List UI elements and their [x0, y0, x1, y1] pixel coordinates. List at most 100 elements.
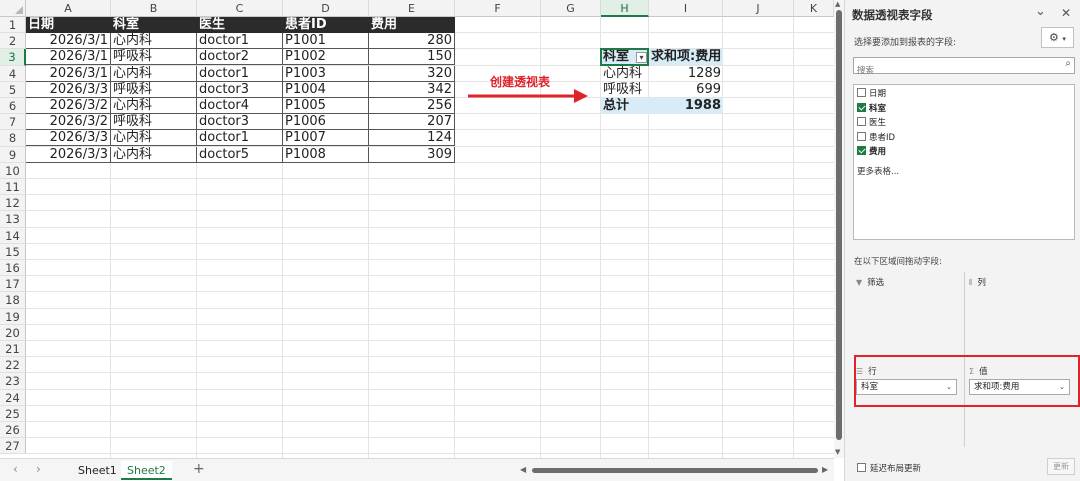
row-header-26[interactable]: 26	[0, 422, 26, 439]
field-item[interactable]: 医生	[857, 117, 886, 130]
table-header-cell[interactable]: 医生	[197, 17, 283, 33]
table-cell[interactable]: doctor3	[197, 81, 283, 98]
column-header-h[interactable]: H	[601, 0, 649, 17]
row-header-19[interactable]: 19	[0, 308, 26, 325]
next-sheet-icon[interactable]: ›	[36, 462, 41, 476]
table-cell[interactable]: doctor3	[197, 114, 283, 131]
column-header-c[interactable]: C	[197, 0, 283, 17]
table-cell[interactable]: 2026/3/1	[26, 33, 111, 50]
table-cell[interactable]: 280	[369, 33, 455, 50]
vertical-scroll-thumb[interactable]	[836, 10, 842, 440]
table-cell[interactable]: 心内科	[111, 65, 197, 82]
scroll-up-icon[interactable]: ▲	[835, 0, 840, 8]
table-cell[interactable]: doctor4	[197, 98, 283, 114]
table-header-cell[interactable]: 科室	[111, 17, 197, 33]
table-cell[interactable]: 342	[369, 81, 455, 98]
row-header-24[interactable]: 24	[0, 389, 26, 406]
column-header-d[interactable]: D	[283, 0, 369, 17]
search-icon[interactable]: ⌕	[1065, 58, 1071, 69]
table-cell[interactable]: 呼吸科	[111, 114, 197, 131]
table-cell[interactable]: P1006	[283, 114, 369, 131]
table-cell[interactable]: doctor5	[197, 146, 283, 163]
table-header-cell[interactable]: 费用	[369, 17, 455, 33]
row-header-16[interactable]: 16	[0, 260, 26, 277]
field-checkbox[interactable]	[857, 88, 866, 97]
row-header-21[interactable]: 21	[0, 341, 26, 358]
table-cell[interactable]: 309	[369, 146, 455, 163]
pivot-total-value[interactable]: 1988	[649, 98, 723, 114]
pivot-row-label[interactable]: 呼吸科	[601, 82, 649, 98]
row-header-10[interactable]: 10	[0, 162, 26, 179]
row-header-7[interactable]: 7	[0, 114, 26, 131]
more-tables-link[interactable]: 更多表格...	[857, 165, 899, 177]
table-header-cell[interactable]: 患者ID	[283, 17, 369, 33]
defer-update-checkbox[interactable]	[857, 463, 866, 472]
row-header-20[interactable]: 20	[0, 324, 26, 341]
table-header-cell[interactable]: 日期	[26, 17, 111, 33]
field-item[interactable]: 日期	[857, 88, 886, 101]
table-cell[interactable]: 2026/3/2	[26, 98, 111, 114]
table-cell[interactable]: doctor2	[197, 49, 283, 66]
table-cell[interactable]: doctor1	[197, 130, 283, 147]
scroll-right-icon[interactable]: ▶	[822, 465, 828, 474]
row-header-5[interactable]: 5	[0, 81, 26, 98]
row-header-8[interactable]: 8	[0, 130, 26, 147]
chevron-down-icon[interactable]: ⌄	[1035, 4, 1046, 19]
row-header-1[interactable]: 1	[0, 17, 26, 34]
tab-sheet2[interactable]: Sheet2	[121, 461, 172, 480]
table-cell[interactable]: 256	[369, 98, 455, 114]
row-header-14[interactable]: 14	[0, 227, 26, 244]
table-cell[interactable]: 2026/3/3	[26, 130, 111, 147]
columns-area[interactable]: ⫴ 列	[966, 274, 1077, 354]
horizontal-scroll-thumb[interactable]	[532, 468, 818, 473]
field-checkbox[interactable]	[857, 131, 866, 141]
table-cell[interactable]: 心内科	[111, 98, 197, 114]
row-header-27[interactable]: 27	[0, 438, 26, 455]
table-cell[interactable]: P1008	[283, 146, 369, 163]
table-cell[interactable]: P1003	[283, 65, 369, 82]
table-cell[interactable]: P1002	[283, 49, 369, 66]
field-checkbox[interactable]	[857, 102, 866, 112]
column-header-g[interactable]: G	[541, 0, 601, 17]
column-header-a[interactable]: A	[26, 0, 111, 17]
table-cell[interactable]: 心内科	[111, 146, 197, 163]
table-cell[interactable]: P1007	[283, 130, 369, 147]
column-header-j[interactable]: J	[723, 0, 794, 17]
table-cell[interactable]: P1005	[283, 98, 369, 114]
scroll-down-icon[interactable]: ▼	[835, 448, 840, 456]
spreadsheet-grid[interactable]: ABCDEFGHIJK 1 2 3 4 5 6 7 8 9 10 11 12 13 14 15 16 17 18 1…	[0, 0, 834, 458]
table-cell[interactable]: 2026/3/3	[26, 146, 111, 163]
column-header-k[interactable]: K	[794, 0, 834, 17]
filter-area[interactable]: ▼ 筛选	[853, 274, 964, 354]
tab-sheet1[interactable]: Sheet1	[72, 461, 123, 480]
column-header-i[interactable]: I	[649, 0, 723, 17]
row-header-4[interactable]: 4	[0, 65, 26, 82]
row-header-3[interactable]: 3	[0, 49, 26, 66]
field-item[interactable]: 患者ID	[857, 131, 895, 145]
row-header-11[interactable]: 11	[0, 179, 26, 196]
row-header-17[interactable]: 17	[0, 276, 26, 293]
close-icon[interactable]: ✕	[1061, 6, 1071, 20]
pivot-row-label[interactable]: 心内科	[601, 66, 649, 82]
column-header-e[interactable]: E	[369, 0, 455, 17]
table-cell[interactable]: doctor1	[197, 65, 283, 82]
table-cell[interactable]: 呼吸科	[111, 81, 197, 98]
table-cell[interactable]: P1004	[283, 81, 369, 98]
table-cell[interactable]: 心内科	[111, 33, 197, 50]
table-cell[interactable]: 2026/3/2	[26, 114, 111, 131]
table-cell[interactable]: 207	[369, 114, 455, 131]
pivot-value-header[interactable]: 求和项:费用	[649, 49, 723, 66]
update-button[interactable]: 更新	[1047, 458, 1075, 475]
field-item[interactable]: 费用	[857, 146, 886, 159]
pivot-row-value[interactable]: 1289	[649, 66, 723, 82]
row-header-25[interactable]: 25	[0, 405, 26, 422]
field-checkbox[interactable]	[857, 117, 866, 126]
table-cell[interactable]: 320	[369, 65, 455, 82]
field-search-box[interactable]: ⌕	[853, 57, 1075, 79]
row-header-9[interactable]: 9	[0, 146, 26, 163]
pivot-row-value[interactable]: 699	[649, 82, 723, 98]
table-cell[interactable]: P1001	[283, 33, 369, 50]
add-sheet-button[interactable]: +	[193, 461, 205, 477]
scroll-left-icon[interactable]: ◀	[520, 465, 526, 474]
field-search-input[interactable]	[854, 63, 1044, 79]
